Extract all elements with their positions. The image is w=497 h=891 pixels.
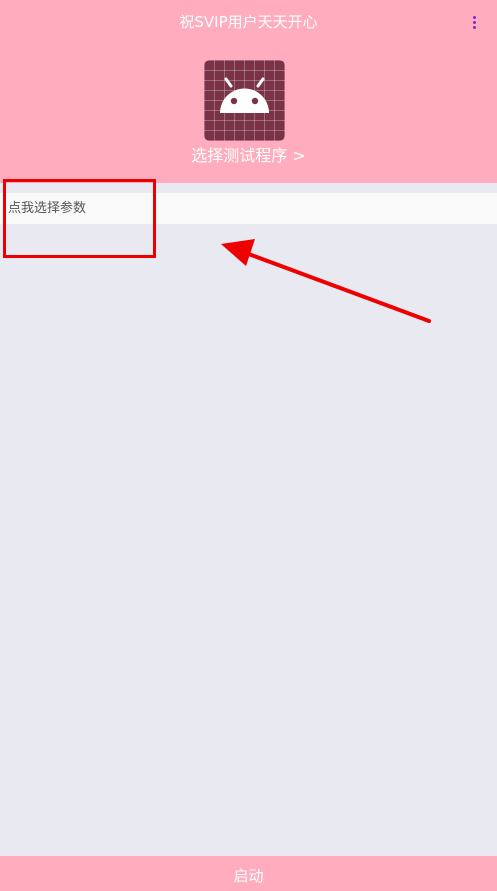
- annotation-arrow: [221, 239, 431, 323]
- start-button[interactable]: 启动: [0, 856, 497, 891]
